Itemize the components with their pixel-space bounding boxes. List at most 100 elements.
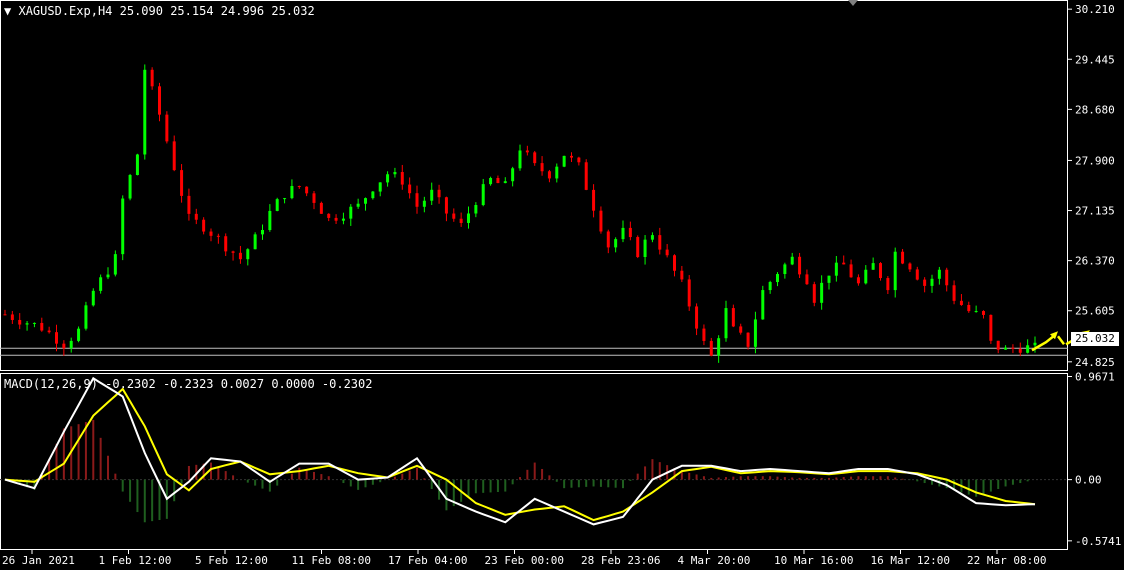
current-price-label: 25.032	[1071, 332, 1119, 346]
candle-body	[135, 154, 139, 176]
candle-body	[614, 239, 618, 248]
candle-body	[540, 163, 544, 172]
candle-body	[827, 275, 831, 283]
candle-body	[842, 262, 846, 265]
candle-body	[327, 213, 331, 218]
candle-body	[268, 210, 272, 231]
candle-body	[99, 277, 103, 291]
candle-body	[849, 264, 853, 278]
price-tick-label: 29.445	[1075, 53, 1115, 66]
candle-body	[386, 174, 390, 183]
candle-body	[680, 270, 684, 280]
candle-body	[636, 237, 640, 258]
candle-body	[3, 314, 7, 316]
candle-body	[606, 231, 610, 248]
macd-values: -0.2302 -0.2323 0.0027 0.0000 -0.2302	[105, 377, 373, 391]
candle-body	[474, 205, 478, 214]
candle-body	[820, 282, 824, 303]
candle-body	[349, 206, 353, 219]
candle-body	[408, 184, 412, 194]
candle-body	[753, 319, 757, 347]
time-tick-label: 22 Mar 08:00	[967, 554, 1046, 567]
candle-body	[143, 69, 147, 155]
candle-body	[238, 252, 242, 260]
macd-tick-label: -0.5741	[1075, 535, 1121, 548]
candle-body	[915, 269, 919, 280]
candle-body	[91, 290, 95, 306]
candle-body	[312, 193, 316, 203]
candle-body	[496, 178, 500, 184]
candle-body	[32, 322, 36, 324]
candle-body	[1018, 348, 1022, 353]
candle-body	[47, 330, 51, 333]
candle-body	[393, 172, 397, 175]
candle-body	[856, 277, 860, 284]
candle-body	[150, 69, 154, 87]
candle-body	[908, 263, 912, 270]
candle-body	[437, 189, 441, 198]
candle-body	[231, 251, 235, 253]
candle-body	[113, 254, 117, 275]
candle-body	[834, 262, 838, 276]
symbol-label: XAGUSD.Exp,H4	[18, 4, 113, 18]
candle-body	[452, 213, 456, 219]
candle-body	[290, 186, 294, 199]
candle-body	[923, 279, 927, 286]
candle-body	[937, 269, 941, 279]
candle-body	[930, 278, 934, 286]
candle-body	[10, 314, 14, 320]
candle-body	[305, 186, 309, 194]
candle-body	[989, 314, 993, 341]
candle-body	[967, 304, 971, 312]
candle-body	[283, 198, 287, 200]
price-tick-label: 28.680	[1075, 103, 1115, 116]
candle-body	[18, 319, 22, 325]
candle-body	[275, 199, 279, 211]
candle-body	[216, 235, 220, 237]
candlestick-series	[3, 64, 1037, 363]
candle-body	[489, 178, 493, 185]
candle-body	[577, 157, 581, 163]
candle-body	[746, 332, 750, 347]
candle-body	[481, 184, 485, 206]
candle-body	[996, 340, 1000, 350]
price-tick-label: 24.825	[1075, 356, 1115, 369]
candle-body	[378, 182, 382, 192]
chart-canvas[interactable]: 30.210 29.445 28.680 27.900 27.135 26.370 25.6…	[0, 0, 1124, 570]
price-tick-label: 30.210	[1075, 3, 1115, 16]
candle-body	[592, 189, 596, 211]
forecast-arrow-down	[1057, 335, 1065, 346]
candle-body	[533, 152, 537, 164]
chart-menu-icon[interactable]: ▼	[4, 4, 11, 18]
candle-body	[40, 322, 44, 331]
candle-body	[871, 263, 875, 270]
candle-body	[658, 235, 662, 250]
candle-body	[503, 181, 507, 184]
time-tick-label: 10 Mar 16:00	[774, 554, 853, 567]
candle-body	[768, 282, 772, 291]
price-tick-label: 27.135	[1075, 205, 1115, 218]
candle-body	[879, 263, 882, 279]
candle-body	[511, 168, 515, 182]
candle-body	[974, 311, 978, 313]
candle-body	[562, 155, 566, 167]
candle-body	[702, 328, 706, 341]
candle-body	[584, 162, 588, 190]
shift-marker	[848, 0, 858, 6]
candle-body	[886, 278, 890, 291]
trading-chart[interactable]: 30.210 29.445 28.680 27.900 27.135 26.370 25.6…	[0, 0, 1124, 570]
time-tick-label: 16 Mar 12:00	[871, 554, 950, 567]
candle-body	[621, 227, 625, 240]
price-tick-label: 27.900	[1075, 154, 1115, 167]
candle-body	[555, 166, 559, 179]
candle-body	[334, 217, 338, 221]
candle-body	[739, 326, 743, 333]
candle-body	[709, 340, 713, 356]
candle-body	[665, 249, 669, 256]
candle-body	[55, 332, 58, 344]
candle-body	[724, 308, 728, 339]
candle-body	[364, 198, 367, 204]
candle-body	[444, 197, 448, 214]
candle-body	[25, 323, 29, 325]
macd-label: MACD(12,26,9)	[4, 377, 98, 391]
